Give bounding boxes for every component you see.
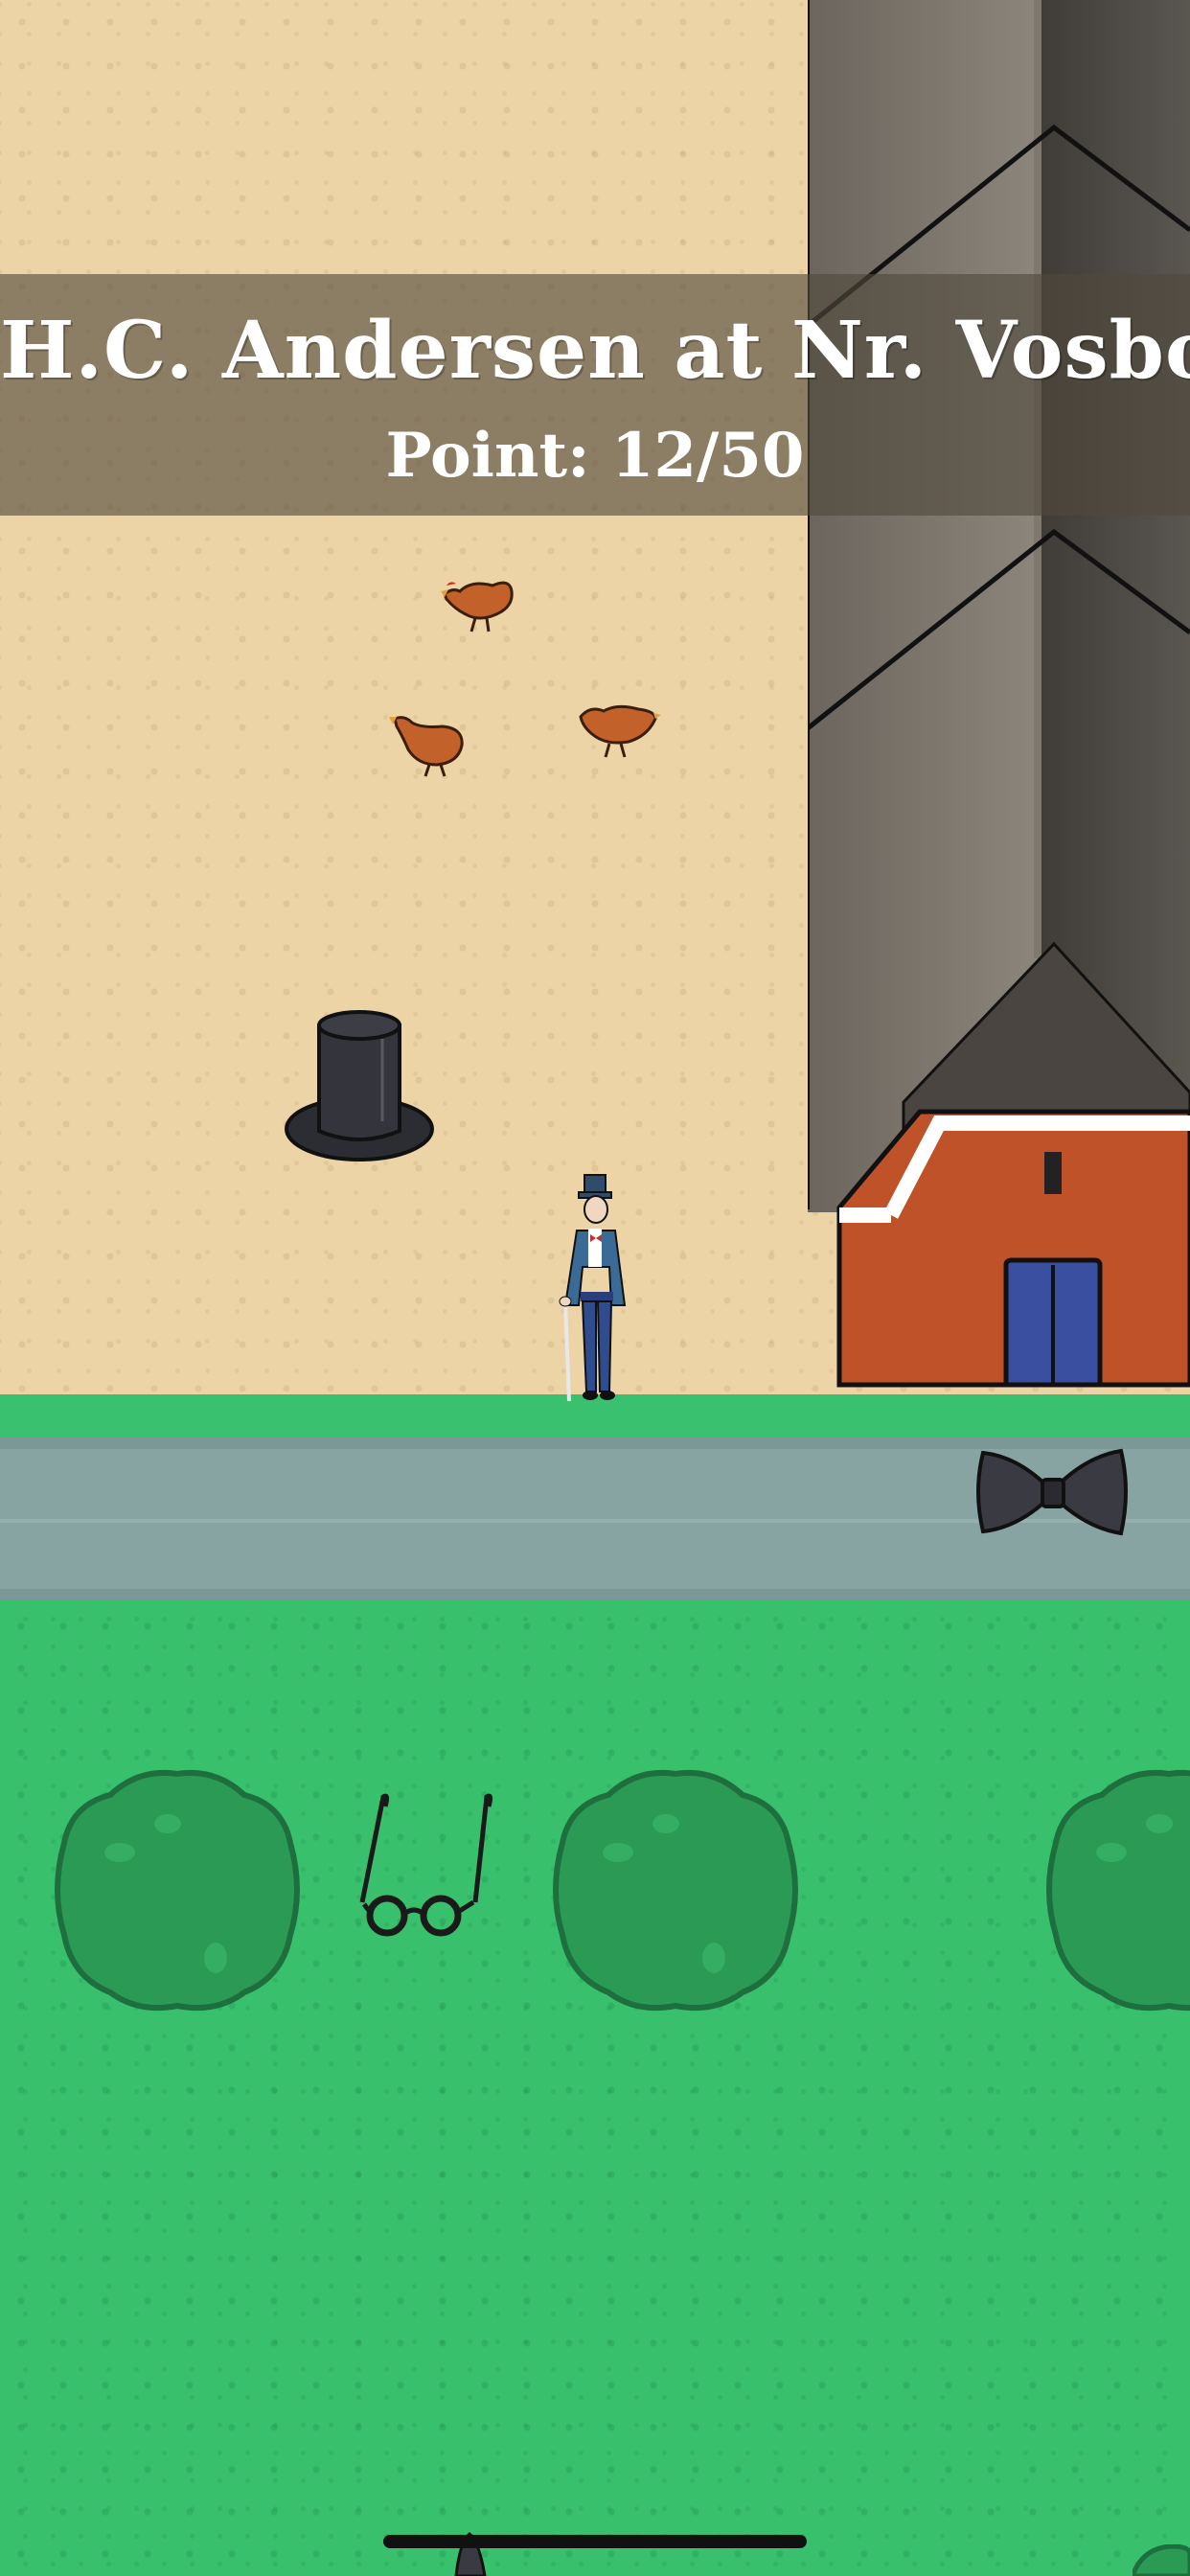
chicken-icon[interactable]	[385, 707, 471, 779]
chicken-icon[interactable]	[575, 698, 661, 765]
andersen-character[interactable]	[548, 1171, 640, 1403]
home-indicator[interactable]	[383, 2535, 807, 2548]
game-title: H.C. Andersen at Nr. Vosborg	[0, 305, 1190, 397]
bow-tie-icon[interactable]	[972, 1447, 1133, 1538]
bush-icon	[553, 1770, 798, 2012]
glasses-icon[interactable]	[355, 1787, 498, 1941]
partial-bush-icon	[1133, 2544, 1190, 2576]
top-hat-icon[interactable]	[283, 1006, 436, 1169]
bush-icon	[55, 1770, 300, 2012]
barn-door	[1003, 1257, 1103, 1388]
barn-wall	[836, 1109, 1190, 1388]
chicken-icon[interactable]	[433, 570, 519, 637]
game-scene[interactable]: H.C. Andersen at Nr. Vosborg Point: 12/5…	[0, 0, 1190, 2576]
bush-icon	[1046, 1770, 1190, 2012]
score-counter: Point: 12/50	[385, 420, 805, 492]
barn-building	[808, 0, 1190, 1212]
